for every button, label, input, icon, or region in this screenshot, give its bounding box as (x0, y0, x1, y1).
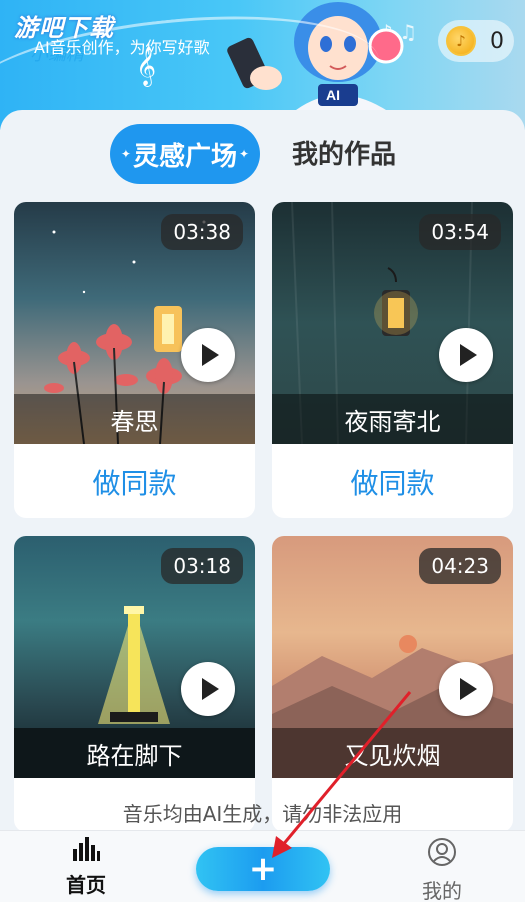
watermark-text: 游吧下载 (14, 14, 114, 42)
duration-badge: 03:38 (161, 214, 243, 250)
song-title: 夜雨寄北 (272, 394, 513, 444)
song-title: 春思 (14, 394, 255, 444)
sparkle-icon: ✦ (239, 147, 250, 161)
nav-mine[interactable]: 我的 (414, 837, 470, 902)
play-icon (460, 678, 477, 700)
duration-badge: 04:23 (419, 548, 501, 584)
duration-badge: 03:18 (161, 548, 243, 584)
music-note-icon: 𝄞 (136, 46, 157, 86)
play-button[interactable] (181, 662, 235, 716)
song-card[interactable]: 04:23 又见炊烟 (272, 536, 513, 832)
nav-home[interactable]: 首页 (60, 837, 112, 898)
tab-my-works[interactable]: 我的作品 (292, 134, 396, 171)
song-cover[interactable]: 03:38 春思 (14, 202, 255, 444)
nav-home-label: 首页 (66, 873, 106, 897)
user-icon (428, 838, 456, 866)
ai-disclaimer: 音乐均由AI生成，请勿非法应用 (122, 802, 403, 826)
make-same-button[interactable]: 做同款 (14, 444, 255, 518)
song-card[interactable]: 03:18 路在脚下 (14, 536, 255, 832)
song-cover[interactable]: 04:23 又见炊烟 (272, 536, 513, 778)
nav-mine-label: 我的 (422, 879, 462, 902)
song-cover[interactable]: 03:18 路在脚下 (14, 536, 255, 778)
coin-count: 0 (490, 28, 504, 54)
play-button[interactable] (439, 662, 493, 716)
tab-inspiration[interactable]: ✦ 灵感广场 ✦ (110, 124, 260, 184)
tab-bar: ✦ 灵感广场 ✦ 我的作品 (0, 110, 525, 198)
make-same-button[interactable]: 做同款 (272, 444, 513, 518)
tab-inspiration-label: 灵感广场 (132, 141, 237, 172)
play-icon (202, 344, 219, 366)
equalizer-icon (73, 837, 100, 861)
song-title: 路在脚下 (14, 728, 255, 778)
play-button[interactable] (439, 328, 493, 382)
content-panel: ✦ 灵感广场 ✦ 我的作品 03:38 春思 做同款 03:54 夜雨寄北 做同… (0, 110, 525, 832)
ai-singer-illustration: AI (227, 2, 404, 110)
play-icon (202, 678, 219, 700)
bottom-nav: 首页 + 我的 (0, 830, 525, 902)
sparkle-icon: ✦ (120, 147, 131, 161)
play-icon (460, 344, 477, 366)
create-button[interactable]: + (196, 847, 330, 891)
song-cover[interactable]: 03:54 夜雨寄北 (272, 202, 513, 444)
coin-icon: ♪ (446, 26, 476, 56)
play-button[interactable] (181, 328, 235, 382)
song-card[interactable]: 03:54 夜雨寄北 做同款 (272, 202, 513, 518)
coin-balance[interactable]: ♪ 0 (438, 20, 514, 62)
song-title: 又见炊烟 (272, 728, 513, 778)
duration-badge: 03:54 (419, 214, 501, 250)
slogan-text: AI音乐创作，为你写好歌 (34, 38, 210, 57)
svg-text:AI: AI (326, 87, 340, 103)
song-card[interactable]: 03:38 春思 做同款 (14, 202, 255, 518)
